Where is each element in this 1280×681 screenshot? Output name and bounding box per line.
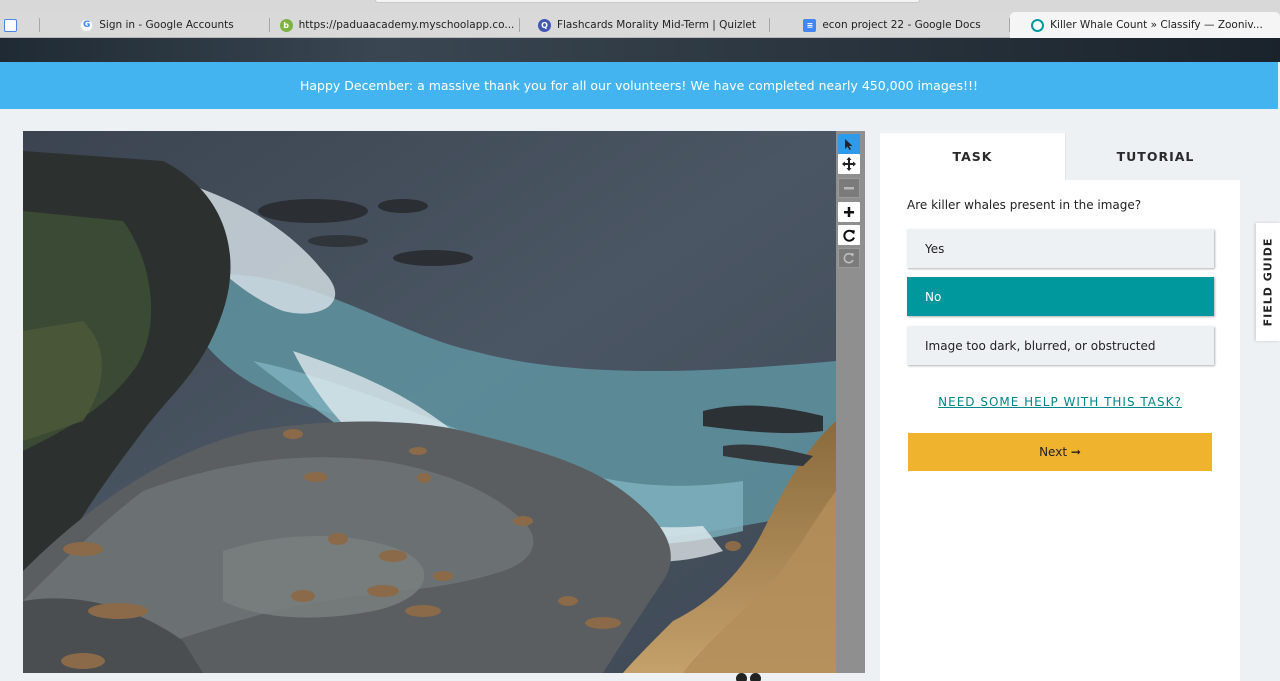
announcement-banner: Happy December: a massive thank you for … [0, 62, 1278, 109]
browser-tab-myschoolapp[interactable]: b https://paduaacademy.myschoolapp.co... [270, 12, 520, 38]
answer-label: Yes [925, 241, 945, 256]
site-header-band [0, 38, 1280, 62]
myschoolapp-icon: b [279, 18, 293, 32]
quizlet-icon: Q [537, 18, 551, 32]
tab-label: econ project 22 - Google Docs [822, 19, 981, 31]
browser-tab-google-signin[interactable]: G Sign in - Google Accounts [40, 12, 270, 38]
help-link[interactable]: NEED SOME HELP WITH THIS TASK? [880, 395, 1240, 409]
answer-yes[interactable]: Yes [907, 229, 1214, 268]
browser-tab-zooniverse[interactable]: Killer Whale Count » Classify — Zooniv..… [1010, 12, 1280, 38]
docs-icon: ≡ [803, 18, 817, 32]
zoom-out-icon[interactable] [838, 178, 860, 198]
zoom-in-icon[interactable] [838, 202, 860, 222]
task-tabs: TASK TUTORIAL [880, 133, 1245, 180]
tab-label: Killer Whale Count » Classify — Zooniv..… [1050, 19, 1263, 31]
reset-icon[interactable] [838, 248, 860, 268]
address-bar-edge[interactable] [375, 0, 920, 3]
next-button[interactable]: Next ➞ [908, 433, 1212, 471]
answer-image-obstructed[interactable]: Image too dark, blurred, or obstructed [907, 326, 1214, 365]
field-guide-label: FIELD GUIDE [1261, 237, 1275, 327]
next-button-label: Next ➞ [1039, 445, 1081, 459]
google-icon: G [80, 18, 94, 32]
tab-label: Flashcards Morality Mid-Term | Quizlet [556, 19, 757, 31]
answer-label: Image too dark, blurred, or obstructed [925, 338, 1156, 353]
announcement-text: Happy December: a massive thank you for … [299, 78, 978, 93]
tab-label: Sign in - Google Accounts [99, 19, 234, 31]
browser-tab-bar: G Sign in - Google Accounts b https://pa… [0, 12, 1280, 38]
browser-tab-quizlet[interactable]: Q Flashcards Morality Mid-Term | Quizlet [520, 12, 770, 38]
browser-tab-google-docs[interactable]: ≡ econ project 22 - Google Docs [770, 12, 1010, 38]
tab-tutorial[interactable]: TUTORIAL [1065, 133, 1245, 180]
task-panel: TASK TUTORIAL Are killer whales present … [880, 133, 1245, 681]
task-question: Are killer whales present in the image? [907, 198, 1142, 212]
subject-image[interactable] [23, 131, 836, 673]
rotate-icon[interactable] [838, 225, 860, 245]
window-icon [4, 18, 17, 32]
creative-commons-icon [736, 673, 747, 681]
browser-tab-sidebar[interactable] [0, 12, 40, 38]
zooniverse-icon [1031, 18, 1045, 32]
tab-task[interactable]: TASK [880, 133, 1065, 180]
subject-toolbar [836, 131, 865, 673]
field-guide-button[interactable]: FIELD GUIDE [1256, 223, 1280, 341]
pointer-icon[interactable] [838, 134, 860, 154]
attribution-icon [750, 673, 761, 681]
tab-label: https://paduaacademy.myschoolapp.co... [298, 19, 515, 31]
answer-label: No [925, 289, 942, 304]
credit-row [736, 673, 761, 681]
browser-top-bar [0, 0, 1280, 12]
answer-no[interactable]: No [907, 277, 1214, 316]
move-icon[interactable] [838, 154, 860, 174]
subject-photo [23, 131, 836, 673]
